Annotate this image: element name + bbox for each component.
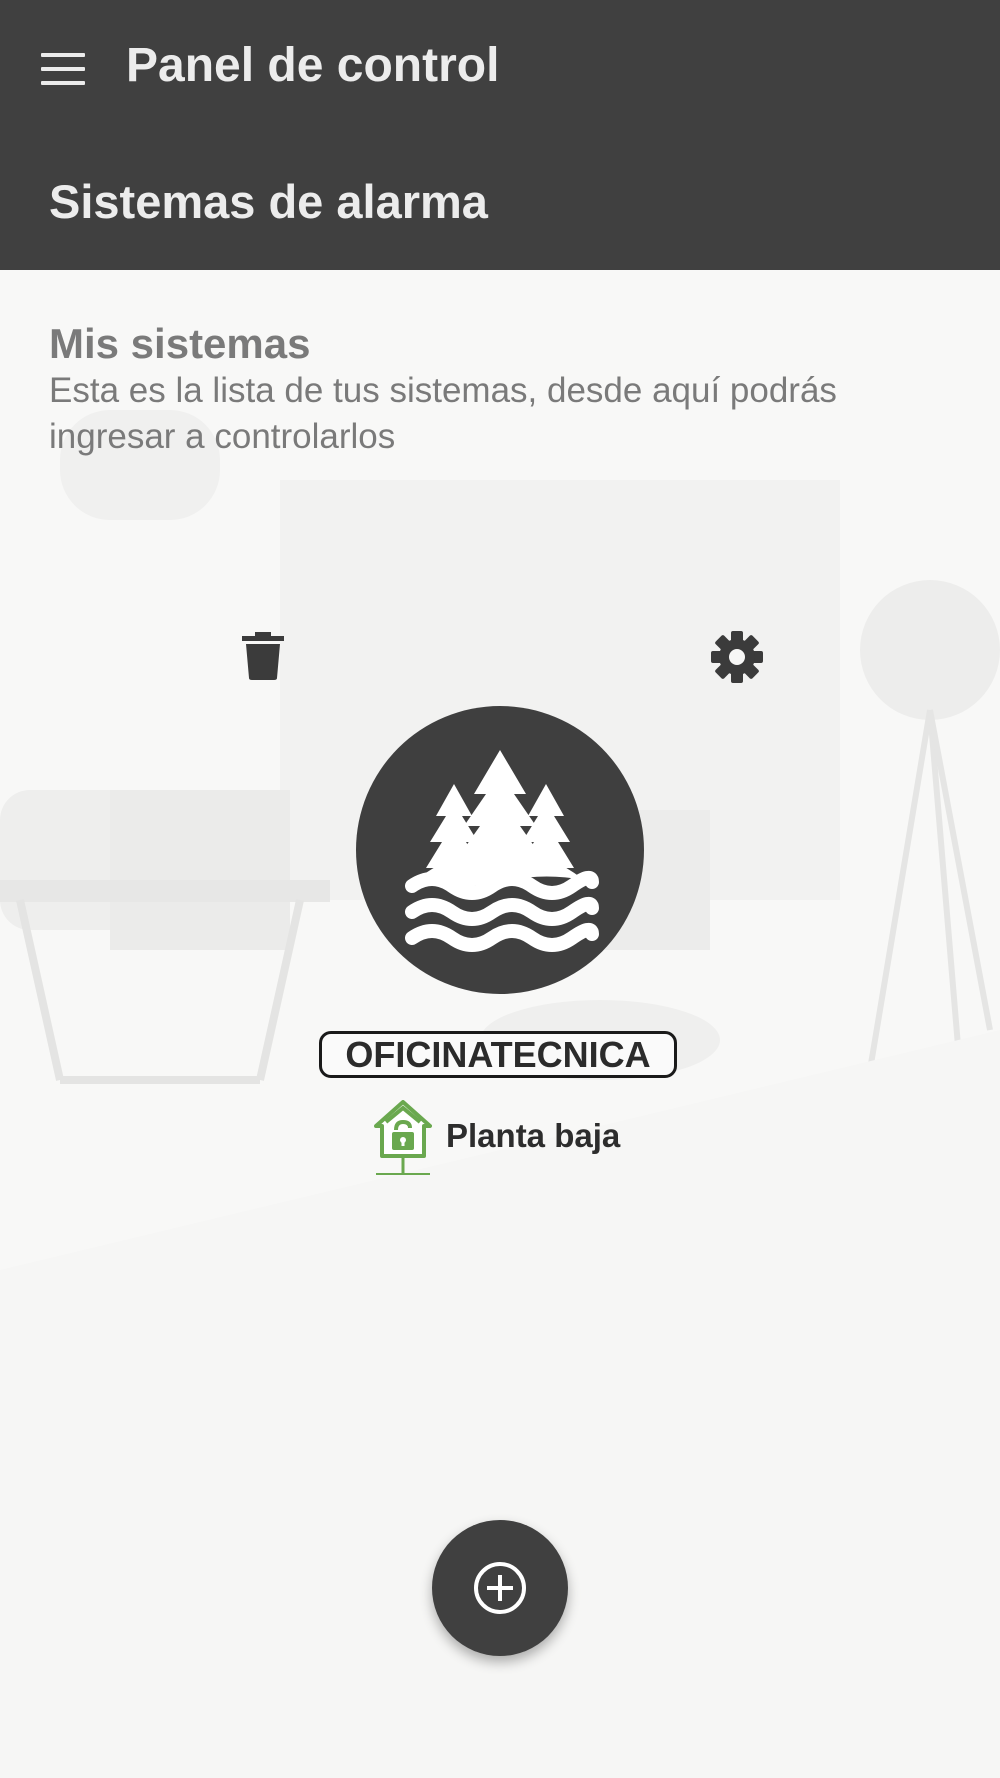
menu-icon[interactable] <box>38 48 88 88</box>
system-name[interactable]: OFICINATECNICA <box>319 1031 677 1078</box>
forest-lake-icon <box>405 750 599 952</box>
page-title: Panel de control <box>126 39 500 92</box>
system-status[interactable]: Planta baja <box>374 1100 674 1176</box>
intro-description: Esta es la lista de tus sistemas, desde … <box>49 371 837 456</box>
trash-icon[interactable] <box>242 632 284 680</box>
gear-icon[interactable] <box>710 630 764 684</box>
house-unlocked-icon <box>374 1100 432 1175</box>
section-title: Sistemas de alarma <box>49 175 488 228</box>
status-label: Planta baja <box>446 1117 621 1154</box>
intro-section: Mis sistemas Esta es la lista de tus sis… <box>49 320 949 460</box>
add-circle-icon <box>474 1562 526 1614</box>
add-system-button[interactable] <box>432 1520 568 1656</box>
app-bar: Panel de control Sistemas de alarma <box>0 0 1000 270</box>
system-avatar[interactable] <box>356 706 644 994</box>
intro-heading: Mis sistemas <box>49 320 311 367</box>
